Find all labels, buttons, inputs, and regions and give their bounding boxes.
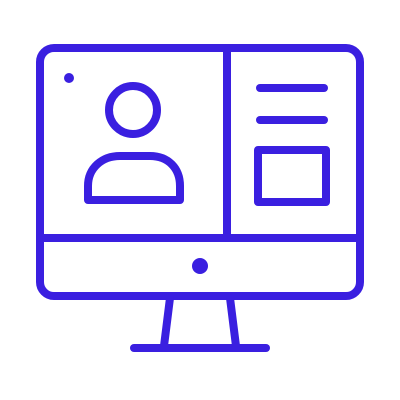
- icon-canvas: [0, 0, 400, 400]
- power-dot: [192, 258, 208, 274]
- desktop-profile-icon: [36, 44, 364, 352]
- avatar-head-icon: [105, 82, 161, 138]
- image-placeholder: [254, 146, 330, 206]
- avatar-body-icon: [84, 152, 184, 204]
- monitor-stand: [160, 294, 240, 350]
- camera-dot: [64, 73, 74, 83]
